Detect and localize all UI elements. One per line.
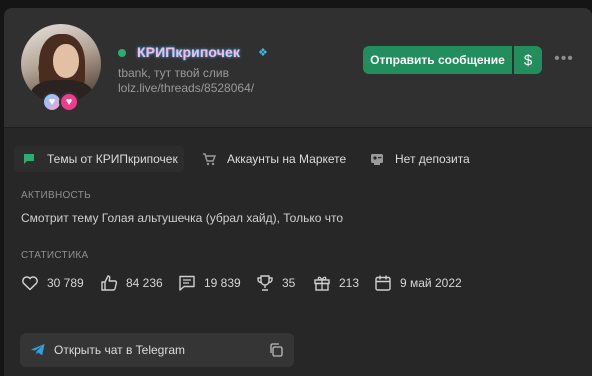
- copy-icon[interactable]: [268, 342, 284, 361]
- gift-icon: [314, 276, 330, 291]
- thumbs-up-icon: [101, 275, 118, 291]
- stat-gifts[interactable]: 213: [313, 272, 359, 294]
- dollar-button[interactable]: $: [514, 46, 542, 74]
- stat-thumbs[interactable]: 84 236: [100, 272, 163, 294]
- cart-icon: [202, 152, 216, 166]
- heart-icon: [22, 276, 38, 291]
- heart-badge-icon[interactable]: ♥: [59, 92, 79, 112]
- tab-deposit[interactable]: Нет депозита: [370, 146, 470, 172]
- profile-link[interactable]: lolz.live/threads/8528064/: [118, 81, 254, 95]
- tab-label: Нет депозита: [395, 152, 470, 166]
- stat-trophies[interactable]: 35: [256, 272, 295, 294]
- stat-value: 9 май 2022: [400, 276, 462, 290]
- profile-card: ♥ ♥ КРИПкрипочек ❖ tbank, тут твой слив …: [4, 8, 592, 376]
- tab-label: Аккаунты на Маркете: [227, 152, 347, 166]
- stats-title: СТАТИСТИКА: [21, 250, 89, 261]
- avatar[interactable]: [21, 24, 101, 104]
- status-text: tbank, тут твой слив: [118, 66, 230, 80]
- more-menu-icon[interactable]: •••: [552, 48, 576, 70]
- tab-user-threads[interactable]: Темы от КРИПкрипочек: [14, 146, 184, 172]
- telegram-icon: [30, 342, 46, 358]
- stat-value: 30 789: [47, 276, 84, 290]
- verified-icon: ❖: [258, 47, 268, 59]
- online-indicator: [118, 49, 126, 57]
- tab-market-accounts[interactable]: Аккаунты на Маркете: [202, 146, 346, 172]
- username[interactable]: КРИПкрипочек: [137, 44, 240, 60]
- stat-value: 19 839: [204, 276, 241, 290]
- profile-header: ♥ ♥ КРИПкрипочек ❖ tbank, тут твой слив …: [4, 8, 592, 128]
- calendar-icon: [375, 275, 391, 291]
- stat-likes[interactable]: 30 789: [21, 272, 84, 294]
- avatar-face: [53, 44, 79, 78]
- send-message-button[interactable]: Отправить сообщение: [363, 46, 512, 74]
- tab-label: Темы от КРИПкрипочек: [47, 152, 178, 166]
- chat-bubble-icon: [22, 152, 36, 166]
- telegram-label: Открыть чат в Telegram: [54, 343, 186, 357]
- stat-value: 84 236: [126, 276, 163, 290]
- stat-value: 213: [339, 276, 360, 290]
- telegram-chat-button[interactable]: Открыть чат в Telegram: [20, 333, 294, 367]
- stat-registration-date[interactable]: 9 май 2022: [374, 272, 462, 294]
- message-icon: [179, 275, 195, 291]
- stat-value: 35: [282, 276, 296, 290]
- activity-title: АКТИВНОСТЬ: [21, 190, 92, 201]
- activity-text[interactable]: Смотрит тему Голая альтушечка (убрал хай…: [21, 211, 343, 225]
- stat-messages[interactable]: 19 839: [178, 272, 241, 294]
- id-card-icon: [370, 152, 384, 166]
- trophy-icon: [257, 275, 273, 291]
